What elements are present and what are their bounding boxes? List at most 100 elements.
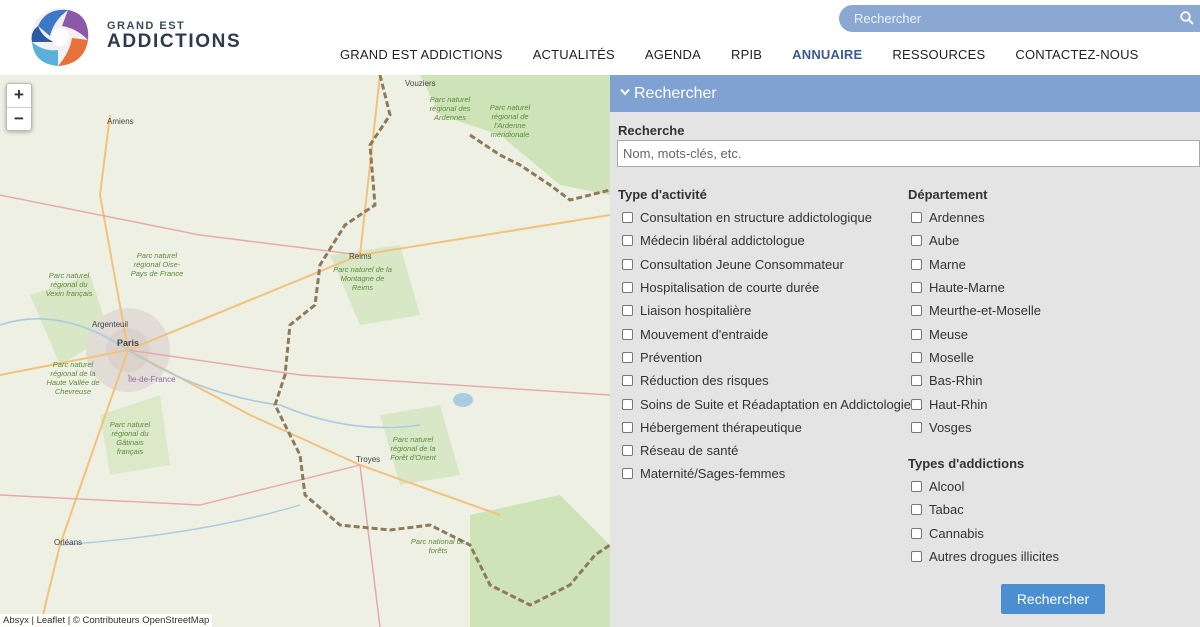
activity-option[interactable]: Réseau de santé [622, 439, 911, 462]
department-option[interactable]: Moselle [911, 346, 1041, 369]
activity-option[interactable]: Consultation en structure addictologique [622, 206, 911, 229]
zoom-out-button[interactable]: − [7, 107, 31, 130]
map-park-label: Parc naturel régional du Vexin français [45, 271, 93, 298]
option-label: Soins de Suite et Réadaptation en Addict… [640, 396, 912, 412]
option-label: Haut-Rhin [929, 396, 988, 412]
checkbox[interactable] [911, 258, 922, 270]
logo-icon[interactable] [28, 6, 92, 68]
activity-option[interactable]: Maternité/Sages-femmes [622, 462, 911, 485]
checkbox[interactable] [911, 375, 922, 387]
option-label: Réduction des risques [640, 373, 769, 389]
checkbox[interactable] [911, 235, 922, 247]
activity-list: Consultation en structure addictologique… [622, 206, 911, 486]
activity-option[interactable]: Médecin libéral addictologue [622, 229, 911, 252]
map-attribution[interactable]: Absyx | Leaflet | © Contributeurs OpenSt… [0, 614, 213, 627]
option-label: Bas-Rhin [929, 373, 983, 389]
option-label: Moselle [929, 349, 974, 365]
option-label: Ardennes [929, 210, 985, 226]
checkbox[interactable] [911, 305, 922, 317]
checkbox[interactable] [622, 235, 633, 247]
search-label: Recherche [618, 123, 685, 138]
checkbox[interactable] [911, 527, 922, 539]
department-option[interactable]: Marne [911, 253, 1041, 276]
checkbox[interactable] [911, 328, 922, 340]
checkbox[interactable] [622, 212, 633, 224]
submit-search-button[interactable]: Rechercher [1001, 584, 1105, 614]
checkbox[interactable] [911, 282, 922, 294]
department-option[interactable]: Vosges [911, 416, 1041, 439]
option-label: Maternité/Sages-femmes [640, 466, 786, 482]
checkbox[interactable] [622, 328, 633, 340]
map-tiles [0, 75, 610, 627]
checkbox[interactable] [911, 551, 922, 563]
search-icon[interactable] [1180, 11, 1194, 25]
panel-header[interactable]: Rechercher [610, 75, 1200, 112]
checkbox[interactable] [622, 305, 633, 317]
option-label: Prévention [640, 349, 703, 365]
department-option[interactable]: Meuse [911, 322, 1041, 345]
activity-option[interactable]: Consultation Jeune Consommateur [622, 253, 911, 276]
nav-actualites[interactable]: ACTUALITÉS [518, 47, 630, 62]
option-label: Réseau de santé [640, 443, 739, 459]
checkbox[interactable] [911, 481, 922, 493]
map-city: Vouziers [405, 79, 436, 88]
checkbox[interactable] [911, 421, 922, 433]
department-option[interactable]: Haut-Rhin [911, 392, 1041, 415]
checkbox[interactable] [622, 445, 633, 457]
zoom-in-button[interactable]: + [7, 84, 31, 107]
checkbox[interactable] [911, 398, 922, 410]
map-park-label: Parc naturel régional du Gâtinais frança… [109, 420, 151, 456]
activity-option[interactable]: Hébergement thérapeutique [622, 416, 911, 439]
option-label: Meuse [929, 326, 969, 342]
checkbox[interactable] [622, 421, 633, 433]
department-option[interactable]: Meurthe-et-Moselle [911, 299, 1041, 322]
map-park-label: Parc naturel régional Oise-Pays de Franc… [130, 251, 184, 278]
nav-annuaire[interactable]: ANNUAIRE [777, 47, 877, 62]
department-option[interactable]: Ardennes [911, 206, 1041, 229]
nav-contactez-nous[interactable]: CONTACTEZ-NOUS [1000, 47, 1153, 62]
addiction-option[interactable]: Tabac [911, 498, 1059, 521]
brand-wordmark[interactable]: GRAND EST ADDICTIONS [107, 20, 241, 53]
checkbox[interactable] [622, 375, 633, 387]
map-park-label: Parc naturel régional des Ardennes [429, 95, 471, 122]
map-city: Île-de-France [128, 375, 176, 384]
option-label: Tabac [929, 502, 964, 518]
checkbox[interactable] [622, 351, 633, 363]
option-label: Consultation en structure addictologique [640, 210, 872, 226]
nav-agenda[interactable]: AGENDA [630, 47, 716, 62]
map-city: Paris [117, 338, 140, 348]
option-label: Meurthe-et-Moselle [929, 303, 1041, 319]
keyword-input[interactable] [617, 140, 1200, 167]
addiction-option[interactable]: Cannabis [911, 522, 1059, 545]
checkbox[interactable] [911, 504, 922, 516]
checkbox[interactable] [622, 282, 633, 294]
zoom-control: + − [6, 83, 32, 131]
activity-option[interactable]: Soins de Suite et Réadaptation en Addict… [622, 392, 911, 415]
addiction-option[interactable]: Autres drogues illicites [911, 545, 1059, 568]
nav-grand-est-addictions[interactable]: GRAND EST ADDICTIONS [325, 47, 518, 62]
activity-option[interactable]: Liaison hospitalière [622, 299, 911, 322]
site-search-input[interactable] [839, 5, 1159, 32]
checkbox[interactable] [911, 351, 922, 363]
checkbox[interactable] [911, 212, 922, 224]
option-label: Marne [929, 256, 966, 272]
option-label: Liaison hospitalière [640, 303, 752, 319]
brand-main: ADDICTIONS [107, 31, 242, 52]
activity-option[interactable]: Hospitalisation de courte durée [622, 276, 911, 299]
activity-option[interactable]: Réduction des risques [622, 369, 911, 392]
addiction-option[interactable]: Alcool [911, 475, 1059, 498]
checkbox[interactable] [622, 398, 633, 410]
activity-option[interactable]: Prévention [622, 346, 911, 369]
department-option[interactable]: Haute-Marne [911, 276, 1041, 299]
checkbox[interactable] [622, 468, 633, 480]
activity-option[interactable]: Mouvement d'entraide [622, 322, 911, 345]
option-label: Aube [929, 233, 960, 249]
department-option[interactable]: Aube [911, 229, 1041, 252]
department-option[interactable]: Bas-Rhin [911, 369, 1041, 392]
map-park-label: Parc national de forêts [410, 537, 466, 555]
map[interactable]: Amiens Argenteuil Paris Île-de-France Re… [0, 75, 610, 627]
nav-rpib[interactable]: RPIB [716, 47, 777, 62]
option-label: Alcool [929, 479, 965, 495]
nav-ressources[interactable]: RESSOURCES [877, 47, 1000, 62]
checkbox[interactable] [622, 258, 633, 270]
